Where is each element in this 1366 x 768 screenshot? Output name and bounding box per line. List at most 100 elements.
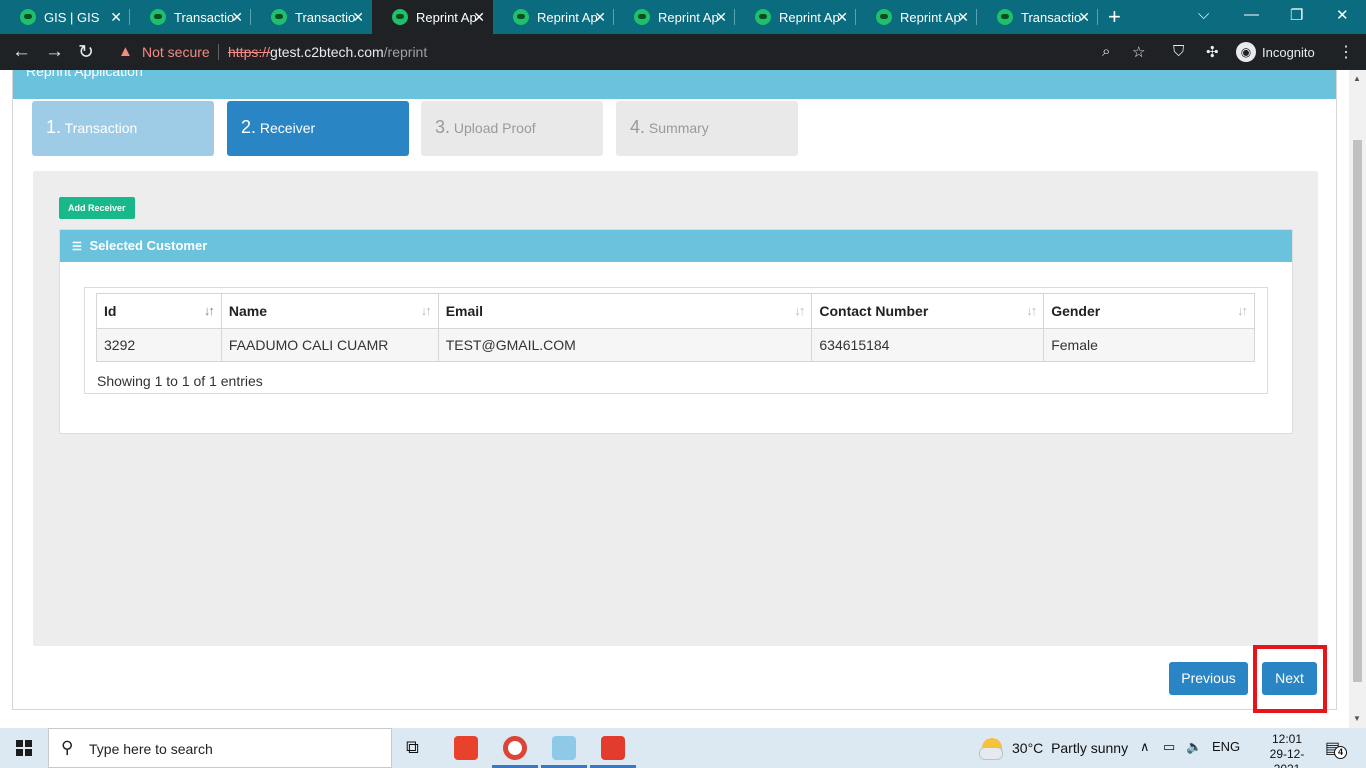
restore-icon[interactable]: ❐: [1290, 6, 1303, 24]
sort-icon: ↓↑: [1026, 303, 1037, 318]
browser-tab-strip: GIS | GIS Portal ✕ Transactions ✕ Transa…: [0, 0, 1366, 34]
close-icon[interactable]: ✕: [715, 9, 727, 26]
browser-tab[interactable]: Transactions ✕: [130, 0, 251, 34]
windows-start-icon[interactable]: [16, 740, 32, 756]
browser-tab[interactable]: Reprint Application ✕: [493, 0, 614, 34]
selected-customer-panel: ☰ Selected Customer Id ↓↑ Name ↓↑ Email ↓↑ …: [59, 229, 1293, 434]
incognito-label: Incognito: [1262, 44, 1315, 60]
close-icon[interactable]: ✕: [836, 9, 848, 26]
close-icon[interactable]: ✕: [110, 9, 122, 26]
new-tab-icon[interactable]: +: [1108, 4, 1121, 30]
extension-shield-icon[interactable]: ⛉: [1173, 43, 1184, 60]
bookmark-star-icon[interactable]: ☆: [1132, 43, 1145, 61]
step-receiver[interactable]: 2. Receiver: [227, 101, 409, 156]
cell-contact: 634615184: [811, 328, 1045, 362]
step-upload-proof[interactable]: 3. Upload Proof: [421, 101, 603, 156]
favicon-icon: [634, 9, 650, 25]
favicon-icon: [997, 9, 1013, 25]
tab-title: Reprint Application: [900, 9, 960, 25]
previous-button[interactable]: Previous: [1169, 662, 1248, 695]
reprint-card: Reprint Application 1. Transaction 2. Re…: [12, 70, 1337, 713]
add-receiver-button[interactable]: Add Receiver: [59, 197, 135, 219]
step-transaction[interactable]: 1. Transaction: [32, 101, 214, 156]
close-icon[interactable]: ✕: [473, 9, 485, 26]
search-placeholder: Type here to search: [89, 741, 213, 757]
chevron-up-icon[interactable]: ∧: [1140, 739, 1150, 755]
scrollbar-thumb[interactable]: [1353, 140, 1362, 682]
incognito-icon: ◉: [1236, 42, 1256, 62]
panel-header: ☰ Selected Customer: [60, 230, 1292, 262]
chevron-down-icon[interactable]: ⌵: [1198, 6, 1209, 23]
not-secure-label[interactable]: Not secure: [142, 44, 210, 60]
column-header-name[interactable]: Name ↓↑: [220, 293, 439, 329]
language-indicator[interactable]: ENG: [1212, 739, 1240, 754]
page-title: Reprint Application: [26, 70, 143, 79]
warning-icon[interactable]: ▲: [118, 43, 133, 60]
sort-icon: ↓↑: [1237, 303, 1248, 318]
window-close-icon[interactable]: ✕: [1336, 6, 1349, 24]
volume-icon[interactable]: 🔈: [1186, 739, 1202, 755]
table-header-row: Id ↓↑ Name ↓↑ Email ↓↑ Contact Number ↓↑ Gen…: [96, 293, 1255, 329]
browser-tab[interactable]: Transactions ✕: [977, 0, 1098, 34]
scroll-down-icon[interactable]: ▼: [1353, 714, 1361, 723]
close-icon[interactable]: ✕: [231, 9, 243, 26]
browser-toolbar: ← → ↻ ▲ Not secure https://gtest.c2btech…: [0, 34, 1366, 70]
browser-tab-active[interactable]: Reprint Application ✕: [372, 0, 493, 34]
tab-title: Transactions: [1021, 9, 1081, 25]
browser-tab[interactable]: Reprint Application ✕: [614, 0, 735, 34]
close-icon[interactable]: ✕: [352, 9, 364, 26]
scroll-up-icon[interactable]: ▲: [1353, 74, 1361, 83]
browser-tab[interactable]: Reprint Application ✕: [735, 0, 856, 34]
page-viewport: Reprint Application 1. Transaction 2. Re…: [0, 70, 1366, 728]
chrome-icon[interactable]: [503, 736, 527, 760]
tab-title: Reprint Application: [416, 9, 476, 25]
battery-icon[interactable]: ▭: [1163, 739, 1175, 755]
notepad-icon[interactable]: [552, 736, 576, 760]
browser-tab[interactable]: Transactions ✕: [251, 0, 372, 34]
weather-widget[interactable]: 30°C Partly sunny: [979, 738, 1128, 760]
sort-icon: ↓↑: [420, 303, 432, 318]
column-header-contact[interactable]: Contact Number ↓↑: [811, 293, 1045, 329]
table-info: Showing 1 to 1 of 1 entries: [97, 373, 263, 389]
cell-id: 3292: [96, 328, 222, 362]
column-header-id[interactable]: Id ↓↑: [96, 293, 222, 329]
taskbar-clock[interactable]: 12:01 29-12-2021: [1262, 732, 1312, 768]
search-icon: ⚲: [61, 738, 74, 757]
minimize-icon[interactable]: —: [1244, 6, 1259, 23]
step-summary[interactable]: 4. Summary: [616, 101, 798, 156]
wps-office-icon[interactable]: [601, 736, 625, 760]
incognito-badge[interactable]: ◉ Incognito: [1236, 42, 1315, 62]
sort-icon: ↓↑: [794, 303, 805, 318]
close-icon[interactable]: ✕: [1078, 9, 1090, 26]
browser-tab[interactable]: GIS | GIS Portal ✕: [0, 0, 130, 34]
url-text[interactable]: https://gtest.c2btech.com/reprint: [228, 44, 427, 60]
forward-icon[interactable]: →: [45, 41, 64, 63]
close-icon[interactable]: ✕: [594, 9, 606, 26]
column-header-email[interactable]: Email ↓↑: [437, 293, 813, 329]
table-row[interactable]: 3292 FAADUMO CALI CUAMR TEST@GMAIL.COM 6…: [96, 328, 1255, 362]
vertical-scrollbar[interactable]: ▲ ▼: [1349, 70, 1366, 728]
notifications-icon[interactable]: ▤ 4: [1325, 738, 1347, 759]
cell-gender: Female: [1043, 328, 1255, 362]
address-bar[interactable]: ▲ Not secure https://gtest.c2btech.com/r…: [108, 38, 1160, 66]
back-icon[interactable]: ←: [12, 41, 31, 63]
browser-tab[interactable]: Reprint Application ✕: [856, 0, 977, 34]
close-icon[interactable]: ✕: [957, 9, 969, 26]
cell-email: TEST@GMAIL.COM: [437, 328, 813, 362]
extensions-puzzle-icon[interactable]: ✣: [1206, 43, 1219, 61]
reload-icon[interactable]: ↻: [78, 41, 94, 64]
partly-sunny-icon: [979, 738, 1003, 760]
step-content-well: Add Receiver ☰ Selected Customer Id ↓↑ Na…: [33, 171, 1318, 646]
menu-dots-icon[interactable]: ⋮: [1338, 42, 1354, 62]
anydesk-icon[interactable]: [454, 736, 478, 760]
task-view-icon[interactable]: ⧉: [406, 737, 419, 758]
zoom-search-icon[interactable]: ⌕: [1102, 43, 1110, 60]
card-header: Reprint Application: [13, 70, 1336, 99]
panel-title: Selected Customer: [89, 238, 208, 253]
tab-title: Reprint Application: [658, 9, 718, 25]
column-header-gender[interactable]: Gender ↓↑: [1043, 293, 1255, 329]
favicon-icon: [392, 9, 408, 25]
tab-title: Transactions: [295, 9, 355, 25]
taskbar-search[interactable]: ⚲ Type here to search: [48, 728, 392, 768]
tab-title: Reprint Application: [779, 9, 839, 25]
